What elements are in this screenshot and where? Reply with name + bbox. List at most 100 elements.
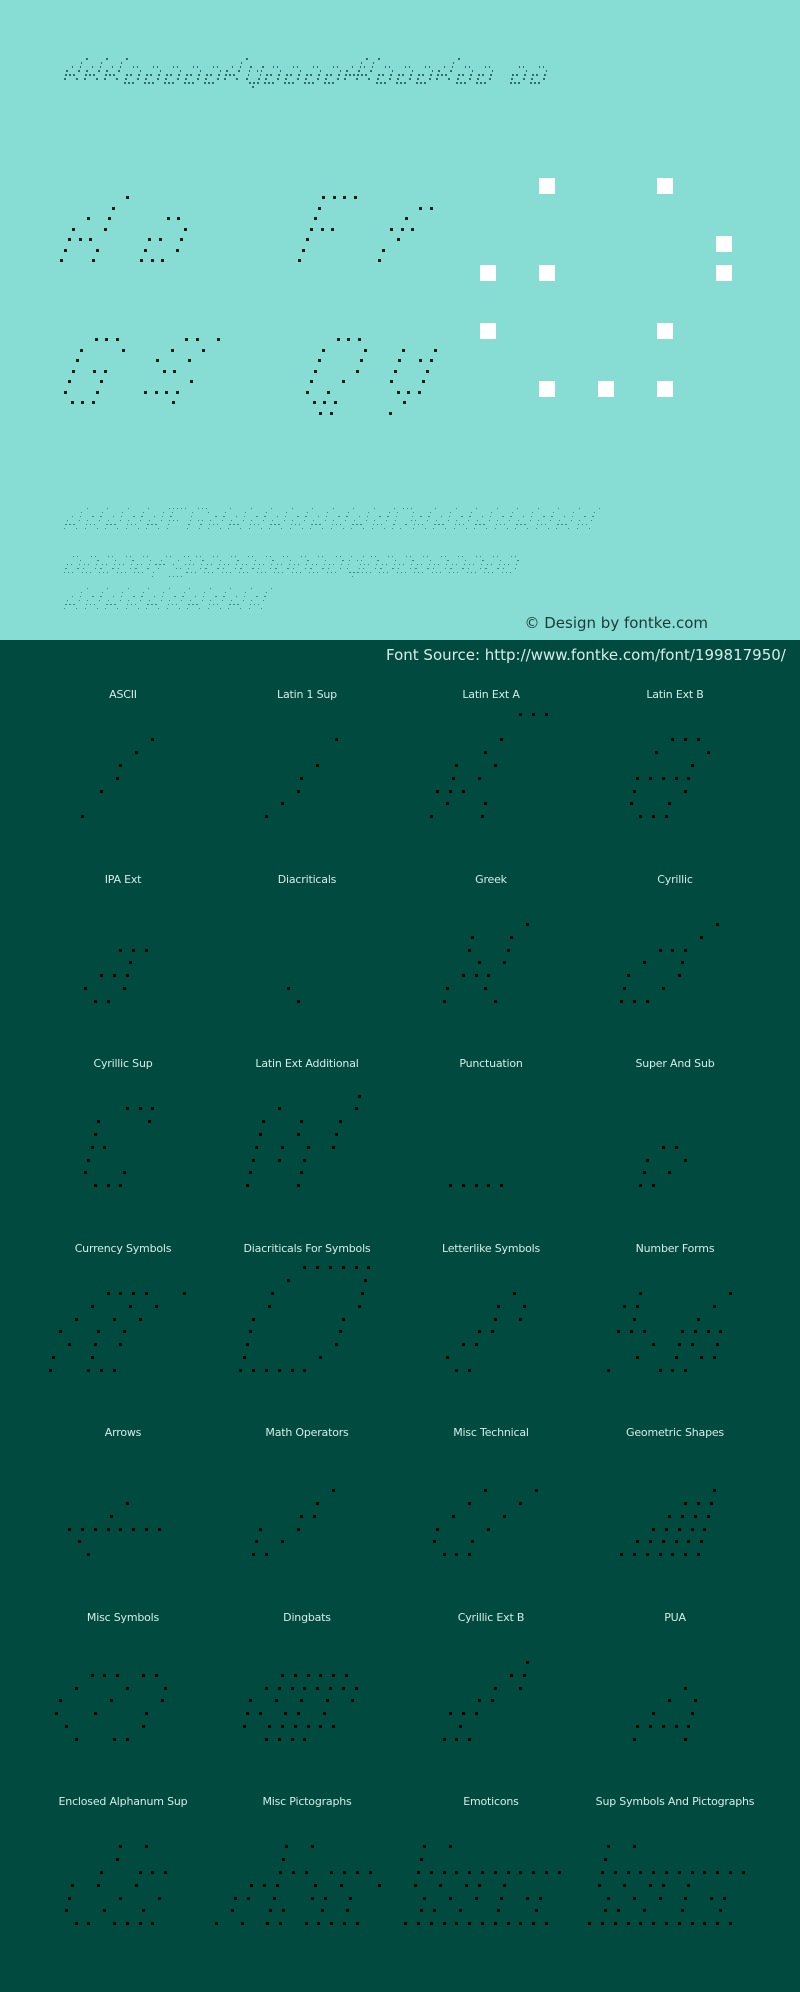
charset-glyph-dot — [400, 572, 402, 574]
charset-glyph-dot — [385, 564, 387, 566]
charset-glyph-dot — [415, 520, 417, 522]
charset-glyph-dot — [242, 520, 244, 522]
charset-glyph-dot — [219, 528, 221, 530]
block-glyph-dot — [125, 1686, 129, 1690]
title-glyph-dot — [424, 82, 426, 84]
block-glyph-dot — [413, 1883, 417, 1887]
charset-glyph-dot — [113, 564, 115, 566]
charset-glyph-dot — [189, 600, 191, 602]
block-glyph-dot — [684, 1896, 688, 1900]
block-glyph-dot — [716, 922, 720, 926]
unicode-block-cell: Latin Ext Additional — [215, 1057, 399, 1241]
charset-glyph-dot — [440, 556, 442, 558]
title-glyph-dot — [96, 78, 98, 80]
unicode-block-label: Misc Pictographs — [262, 1795, 352, 1808]
charset-glyph-dot — [284, 516, 287, 518]
charset-glyph-dot — [462, 568, 464, 570]
title-glyph-dot — [113, 74, 115, 76]
unicode-block-glyph — [31, 1641, 215, 1791]
charset-glyph-dot — [160, 560, 162, 562]
title-glyph-dot — [417, 78, 419, 80]
title-glyph-dot — [356, 78, 358, 80]
charset-glyph-dot — [535, 528, 537, 530]
charset-glyph-dot — [278, 524, 280, 526]
charset-glyph-dot — [170, 556, 172, 558]
charset-glyph-dot — [377, 560, 379, 562]
block-glyph-dot — [100, 789, 104, 793]
charset-glyph-dot — [310, 568, 312, 570]
charset-glyph-dot — [272, 560, 274, 562]
title-glyph-dot — [404, 66, 407, 68]
block-glyph-dot — [113, 1368, 116, 1372]
charset-glyph-dot — [497, 556, 499, 558]
block-glyph-dot — [649, 1724, 652, 1728]
charset-glyph-dot — [327, 568, 330, 570]
block-glyph-dot — [335, 1133, 339, 1136]
title-glyph-dot — [522, 66, 525, 68]
title-glyph-dot — [312, 66, 315, 68]
charset-glyph-dot — [216, 524, 219, 526]
sample-glyph-dot — [403, 401, 406, 404]
charset-glyph-dot — [65, 524, 67, 526]
title-glyph-dot — [359, 66, 362, 68]
sample-glyph-dot — [126, 196, 129, 199]
charset-glyph-dot — [237, 604, 239, 606]
charset-glyph-dot — [397, 512, 399, 514]
charset-glyph-dot — [299, 572, 301, 574]
charset-glyph-dot — [506, 528, 508, 530]
block-glyph-dot — [633, 1553, 636, 1557]
block-glyph-dot — [300, 1171, 304, 1175]
charset-glyph-dot — [222, 520, 224, 522]
charset-glyph-dot — [167, 604, 170, 606]
charset-glyph-dot — [219, 608, 221, 610]
charset-glyph-dot — [257, 524, 260, 526]
charset-glyph-dot — [551, 516, 553, 518]
font-source-link[interactable]: Font Source: http://www.fontke.com/font/… — [386, 646, 786, 664]
block-glyph-dot — [655, 751, 659, 755]
title-glyph-dot — [456, 82, 458, 84]
charset-glyph-dot — [119, 600, 121, 602]
block-glyph-dot — [423, 1845, 427, 1849]
sample-glyph-dot — [336, 338, 340, 341]
charset-glyph-dot — [171, 604, 174, 606]
block-glyph-dot — [497, 1909, 500, 1913]
title-glyph-dot — [185, 78, 187, 80]
charset-glyph-dot — [474, 572, 476, 574]
block-glyph-dot — [277, 1107, 281, 1111]
title-glyph-dot — [378, 58, 380, 60]
sample-glyph-dot — [390, 227, 393, 231]
charset-glyph-dot — [243, 572, 245, 574]
charset-glyph-dot — [107, 520, 109, 522]
sample-glyph-dot — [298, 259, 301, 262]
charset-glyph-dot — [399, 564, 401, 566]
title-glyph-dot — [205, 78, 207, 80]
block-glyph-dot — [68, 1896, 72, 1900]
title-glyph-dot — [491, 70, 494, 72]
charset-glyph-dot — [427, 520, 429, 522]
sample-glyph-dot — [407, 390, 410, 394]
block-glyph-dot — [145, 1527, 148, 1531]
block-glyph-dot — [281, 1145, 284, 1149]
block-glyph-dot — [525, 1896, 529, 1900]
unicode-block-cell: Diacriticals For Symbols — [215, 1242, 399, 1426]
charset-glyph-dot — [106, 604, 108, 606]
block-glyph-dot — [668, 1514, 672, 1518]
title-glyph-dot — [270, 74, 272, 76]
charset-glyph-dot — [341, 564, 343, 566]
charset-glyph-dot — [69, 604, 71, 606]
title-glyph-dot — [178, 74, 180, 76]
charset-glyph-dot — [84, 528, 86, 530]
unicode-block-glyph — [215, 903, 399, 1053]
sample-glyph-dot — [187, 359, 191, 362]
charset-glyph-dot — [125, 528, 127, 530]
charset-glyph-dot — [120, 572, 122, 574]
title-glyph-dot — [464, 66, 467, 68]
charset-glyph-dot — [205, 508, 207, 510]
title-glyph-dot — [438, 70, 440, 72]
charset-glyph-dot — [89, 524, 92, 526]
charset-glyph-dot — [100, 516, 102, 518]
charset-glyph-dot — [101, 592, 103, 594]
charset-glyph-dot — [490, 564, 492, 566]
title-glyph-dot — [396, 82, 398, 84]
block-glyph-dot — [439, 1883, 443, 1887]
